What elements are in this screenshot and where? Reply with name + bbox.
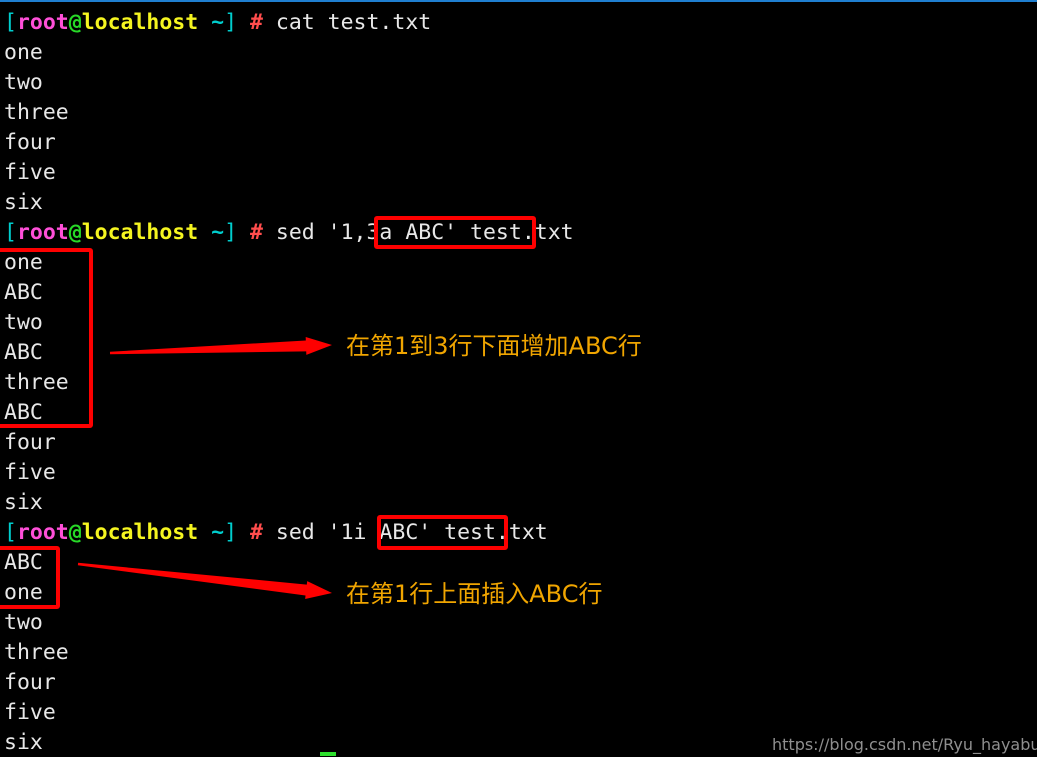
terminal-output-line: four [4, 130, 56, 155]
prompt-user: root [16, 10, 69, 35]
watermark-text: https://blog.csdn.net/Ryu_hayabusa [772, 735, 1037, 754]
prompt-path: ~ [198, 10, 225, 35]
prompt-hash: # [249, 520, 263, 545]
prompt-path: ~ [198, 220, 225, 245]
terminal-command: cat test.txt [262, 10, 432, 35]
prompt-at-sign: @ [68, 520, 82, 545]
prompt-close-bracket: ] [224, 220, 238, 245]
prompt-open-bracket: [ [4, 220, 17, 245]
insert-annotation-note: 在第1行上面插入ABC行 [346, 580, 603, 608]
terminal-command: sed '1i ABC' test.txt [262, 520, 548, 545]
terminal-output-line: one [4, 40, 43, 65]
terminal-output-line: ABC [4, 280, 43, 305]
terminal-output-line: three [4, 640, 69, 665]
prompt-user: root [16, 520, 69, 545]
terminal-output-line: two [4, 310, 43, 335]
append-annotation-arrow [109, 336, 333, 355]
prompt-at-sign: @ [68, 220, 82, 245]
terminal-output-line: five [4, 460, 56, 485]
prompt-host: localhost [81, 220, 199, 245]
terminal-cursor [320, 752, 336, 756]
terminal-prompt-line: [root@localhost ~] # sed '1,3a ABC' test… [4, 218, 574, 248]
terminal-output-line: one [4, 580, 43, 605]
prompt-at-sign: @ [68, 10, 82, 35]
terminal-output-line: five [4, 700, 56, 725]
arrow-shape [109, 336, 333, 355]
terminal-window[interactable]: [root@localhost ~] # cat test.txt one two t… [0, 0, 1037, 757]
prompt-hash: # [249, 10, 263, 35]
terminal-output-line: five [4, 160, 56, 185]
terminal-output-line: six [4, 730, 43, 755]
terminal-output-line: ABC [4, 550, 43, 575]
terminal-output-line: two [4, 70, 43, 95]
prompt-user: root [16, 220, 69, 245]
prompt-open-bracket: [ [4, 10, 17, 35]
terminal-output-line: ABC [4, 340, 43, 365]
prompt-open-bracket: [ [4, 520, 17, 545]
terminal-prompt-line: [root@localhost ~] # cat test.txt [4, 8, 431, 38]
prompt-close-bracket: ] [224, 10, 238, 35]
prompt-host: localhost [81, 10, 199, 35]
prompt-hash: # [249, 220, 263, 245]
terminal-output-line: ABC [4, 400, 43, 425]
prompt-close-bracket: ] [224, 520, 238, 545]
terminal-command: sed '1,3a ABC' test.txt [262, 220, 574, 245]
terminal-output-line: six [4, 190, 43, 215]
terminal-output-line: four [4, 430, 56, 455]
terminal-output-line: six [4, 490, 43, 515]
terminal-output-line: two [4, 610, 43, 635]
terminal-output-line: four [4, 670, 56, 695]
arrow-shape [77, 562, 332, 599]
terminal-output-line: one [4, 250, 43, 275]
terminal-prompt-line: [root@localhost ~] # sed '1i ABC' test.t… [4, 518, 548, 548]
prompt-path: ~ [198, 520, 225, 545]
prompt-host: localhost [81, 520, 199, 545]
terminal-output-line: three [4, 100, 69, 125]
insert-annotation-arrow [77, 562, 332, 599]
terminal-output-line: three [4, 370, 69, 395]
append-annotation-note: 在第1到3行下面增加ABC行 [346, 332, 642, 360]
